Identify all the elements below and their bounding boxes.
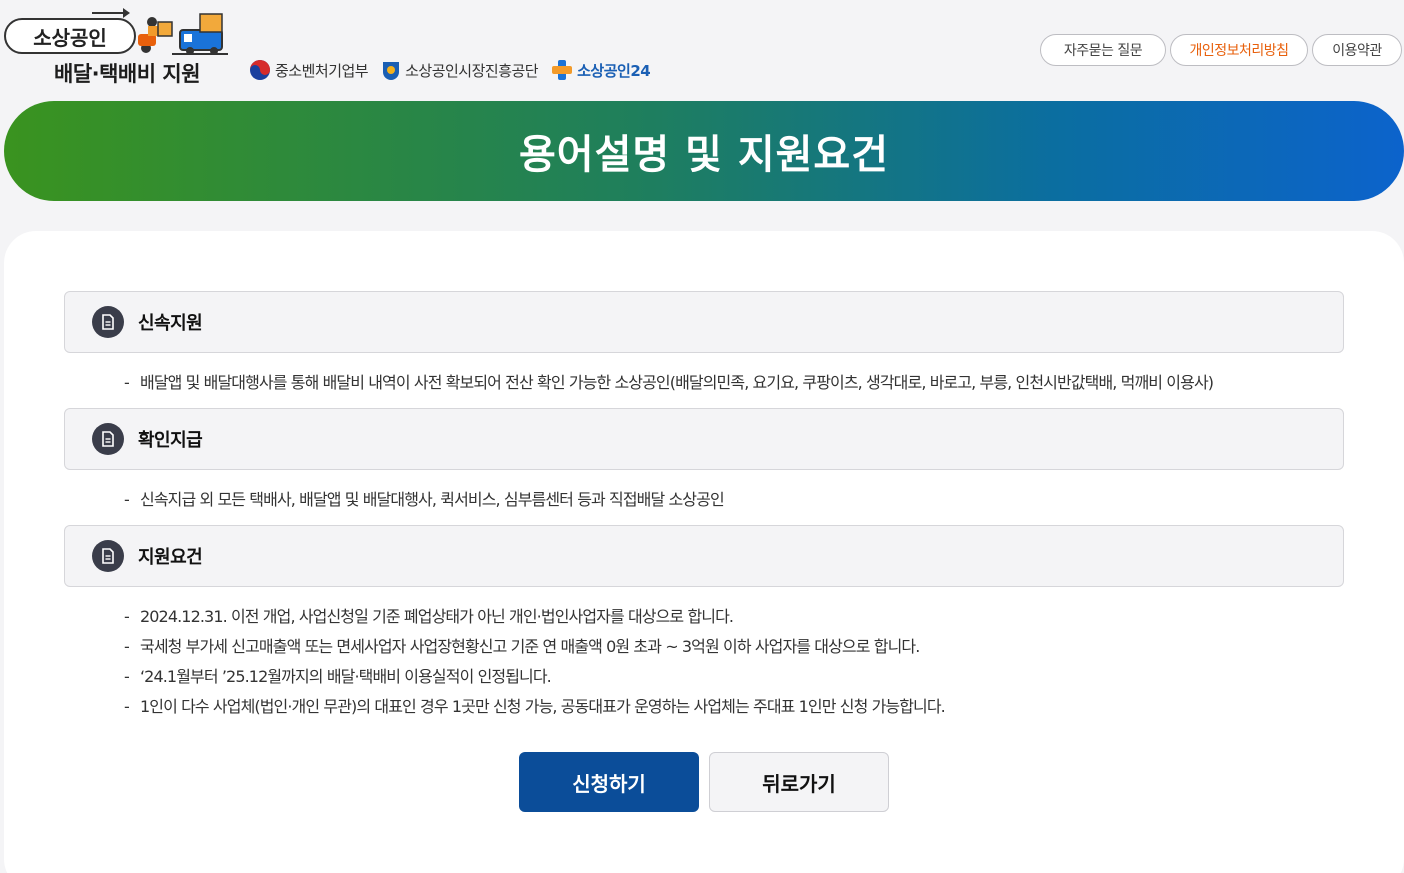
org-semas-label: 소상공인시장진흥공단	[405, 61, 539, 80]
org-sbiz24-label: 소상공인24	[577, 61, 651, 80]
org-logos: 중소벤처기업부 소상공인시장진흥공단 소상공인24	[248, 58, 651, 82]
section-title: 확인지급	[138, 430, 203, 451]
privacy-policy-link[interactable]: 개인정보처리방침	[1170, 34, 1308, 66]
site-header: 소상공인 배달·택배비 지원 중소벤처기업부 소상공인시장진흥공단 소상공인24…	[0, 0, 1404, 100]
list-item: - 신속지급 외 모든 택배사, 배달앱 및 배달대행사, 퀵서비스, 심부름센터…	[124, 490, 725, 509]
list-item: - 배달앱 및 배달대행사를 통해 배달비 내역이 사전 확보되어 전산 확인 가…	[124, 373, 1214, 392]
list-item: - 국세청 부가세 신고매출액 또는 면세사업자 사업장현황신고 기준 연 매출액…	[124, 637, 920, 656]
back-button[interactable]: 뒤로가기	[709, 752, 889, 812]
page-banner: 용어설명 및 지원요건	[4, 101, 1404, 201]
section-header-quick-support: 신속지원	[64, 291, 1344, 353]
org-mss[interactable]: 중소벤처기업부	[248, 58, 369, 82]
list-item: -1인이 다수 사업체(법인·개인 무관)의 대표인 경우 1곳만 신청 가능,…	[124, 697, 946, 716]
apply-button[interactable]: 신청하기	[519, 752, 699, 812]
page-title: 용어설명 및 지원요건	[518, 132, 890, 178]
document-icon	[92, 423, 124, 455]
logo-title: 소상공인	[4, 18, 136, 54]
section-list-confirm-payment: - 신속지급 외 모든 택배사, 배달앱 및 배달대행사, 퀵서비스, 심부름센터…	[124, 485, 725, 515]
terms-link[interactable]: 이용약관	[1312, 34, 1402, 66]
section-title: 신속지원	[138, 313, 203, 334]
plus-logo-icon	[552, 60, 573, 80]
taegeuk-icon	[250, 60, 270, 80]
site-logo[interactable]: 소상공인 배달·택배비 지원	[4, 8, 230, 88]
list-item: -2024.12.31. 이전 개업, 사업신청일 기준 폐업상태가 아닌 개인…	[124, 607, 734, 626]
semas-logo-icon	[383, 62, 400, 80]
section-list-quick-support: - 배달앱 및 배달대행사를 통해 배달비 내역이 사전 확보되어 전산 확인 가…	[124, 368, 1214, 398]
section-header-confirm-payment: 확인지급	[64, 408, 1344, 470]
document-icon	[92, 306, 124, 338]
section-title: 지원요건	[138, 547, 203, 568]
top-links: 자주묻는 질문 개인정보처리방침 이용약관	[1040, 34, 1402, 66]
list-item: - ‘24.1월부터 ’25.12월까지의 배달·택배비 이용실적이 인정됩니다.	[124, 667, 552, 686]
faq-link[interactable]: 자주묻는 질문	[1040, 34, 1166, 66]
org-semas[interactable]: 소상공인시장진흥공단	[380, 59, 539, 81]
delivery-truck-icon	[138, 13, 228, 55]
section-list-requirements: -2024.12.31. 이전 개업, 사업신청일 기준 폐업상태가 아닌 개인…	[124, 602, 946, 722]
logo-arrow-icon	[92, 8, 130, 18]
document-icon	[92, 540, 124, 572]
section-header-requirements: 지원요건	[64, 525, 1344, 587]
org-sbiz24[interactable]: 소상공인24	[550, 58, 651, 82]
org-mss-label: 중소벤처기업부	[275, 61, 369, 80]
logo-subtitle: 배달·택배비 지원	[54, 62, 201, 86]
content-card: 신속지원 - 배달앱 및 배달대행사를 통해 배달비 내역이 사전 확보되어 전산…	[4, 231, 1404, 873]
